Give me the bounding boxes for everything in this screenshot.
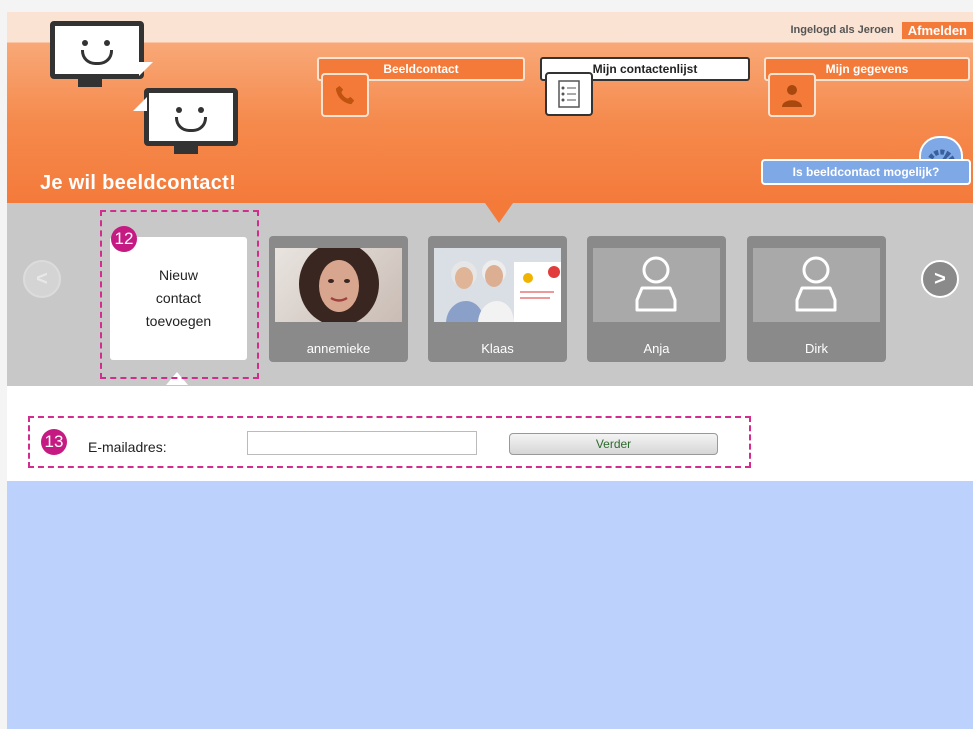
- contact-name: Klaas: [481, 341, 514, 356]
- monitor-2: [144, 88, 238, 146]
- annotation-badge-12: 12: [111, 226, 137, 252]
- verder-button[interactable]: Verder: [509, 433, 718, 455]
- placeholder-person-icon: [593, 248, 720, 322]
- tab-label: Beeldcontact: [383, 62, 459, 76]
- content-panel: [7, 481, 973, 729]
- check-connection-button[interactable]: Is beeldcontact mogelijk?: [761, 159, 971, 185]
- app-frame: Ingelogd als Jeroen Afmelden Je wil beel…: [7, 12, 973, 729]
- monitor-1: [50, 21, 144, 79]
- login-status: Ingelogd als Jeroen: [790, 24, 894, 36]
- contact-card-anja[interactable]: Anja: [587, 236, 726, 362]
- phone-icon: [321, 73, 369, 117]
- verder-label: Verder: [595, 437, 632, 451]
- check-connection-label: Is beeldcontact mogelijk?: [792, 165, 940, 179]
- email-label: E-mailadres:: [88, 439, 167, 455]
- annotation-badge-13: 13: [41, 429, 67, 455]
- tagline: Je wil beeldcontact!: [40, 172, 237, 194]
- tab-label: Mijn gegevens: [825, 62, 909, 76]
- placeholder-person-icon: [753, 248, 880, 322]
- couple-photo: [434, 248, 561, 322]
- contact-list-icon: [545, 72, 593, 116]
- contact-name: Dirk: [804, 341, 829, 356]
- portrait-photo: [275, 248, 402, 322]
- contact-card-annemieke[interactable]: annemieke: [269, 236, 408, 362]
- tab-label: Mijn contactenlijst: [592, 62, 698, 76]
- header: Ingelogd als Jeroen Afmelden Je wil beel…: [7, 12, 973, 203]
- contact-name: Anja: [643, 341, 670, 356]
- email-input[interactable]: [247, 431, 477, 455]
- contact-card-klaas[interactable]: Klaas: [428, 236, 567, 362]
- person-icon: [768, 73, 816, 117]
- contact-card-dirk[interactable]: Dirk: [747, 236, 886, 362]
- login-bar: Ingelogd als Jeroen Afmelden: [790, 20, 973, 40]
- contact-name: annemieke: [306, 341, 371, 356]
- carousel-next-button[interactable]: >: [921, 260, 959, 298]
- active-tab-pointer: [485, 203, 513, 223]
- logout-button[interactable]: Afmelden: [901, 21, 973, 39]
- carousel-prev-button[interactable]: <: [23, 260, 61, 298]
